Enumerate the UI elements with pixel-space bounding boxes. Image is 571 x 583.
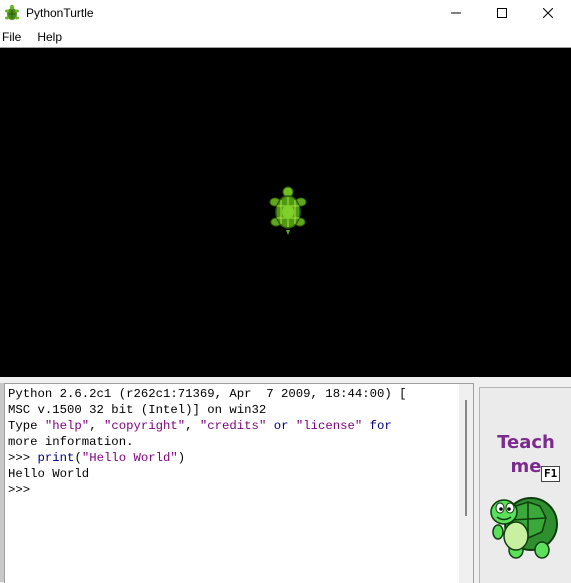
teach-me-button[interactable]: Teach me F1 <box>479 387 571 583</box>
console-info-sep: , <box>89 419 104 433</box>
console-paren: ( <box>74 451 82 465</box>
cartoon-turtle-icon <box>490 497 558 559</box>
console-line: more information. <box>8 435 134 449</box>
console-info-sep: , <box>185 419 200 433</box>
turtle-app-icon <box>5 4 19 20</box>
maximize-button[interactable] <box>479 0 525 26</box>
console-info-help: "help" <box>44 419 90 433</box>
console-info-or: or <box>266 419 296 433</box>
console-output[interactable]: Python 2.6.2c1 (r262c1:71369, Apr 7 2009… <box>8 386 458 498</box>
minimize-button[interactable] <box>433 0 479 26</box>
console-line: MSC v.1500 32 bit (Intel)] on win32 <box>8 403 267 417</box>
menu-file[interactable]: File <box>0 30 27 44</box>
console-info-prefix: Type <box>8 419 45 433</box>
shell-console[interactable]: Python 2.6.2c1 (r262c1:71369, Apr 7 2009… <box>4 383 474 583</box>
console-info-credits: "credits" <box>199 419 267 433</box>
title-bar: PythonTurtle <box>0 0 571 26</box>
console-string-arg: "Hello World" <box>81 451 178 465</box>
teach-label-line1: Teach <box>497 432 555 453</box>
console-info-for: for <box>362 419 392 433</box>
console-output-line: Hello World <box>8 467 90 481</box>
turtle-icon <box>269 186 307 235</box>
close-icon <box>543 8 553 18</box>
close-button[interactable] <box>525 0 571 26</box>
window-title: PythonTurtle <box>26 6 94 20</box>
console-input-prompt[interactable]: >>> <box>8 483 30 497</box>
console-prompt: >>> <box>8 451 38 465</box>
scrollbar-thumb[interactable] <box>465 400 467 516</box>
bottom-panel: Python 2.6.2c1 (r262c1:71369, Apr 7 2009… <box>0 377 571 583</box>
console-info-license: "license" <box>295 419 363 433</box>
console-keyword: print <box>37 451 75 465</box>
window-controls <box>433 0 571 26</box>
console-paren: ) <box>177 451 186 465</box>
menu-help[interactable]: Help <box>35 30 68 44</box>
console-scrollbar[interactable] <box>459 384 473 583</box>
console-info-copyright: "copyright" <box>103 419 186 433</box>
console-line: Python 2.6.2c1 (r262c1:71369, Apr 7 2009… <box>8 387 407 401</box>
shortcut-badge: F1 <box>541 466 561 482</box>
menu-bar: File Help <box>0 26 571 47</box>
turtle-canvas <box>0 47 571 377</box>
minimize-icon <box>451 12 461 14</box>
maximize-icon <box>497 8 507 18</box>
